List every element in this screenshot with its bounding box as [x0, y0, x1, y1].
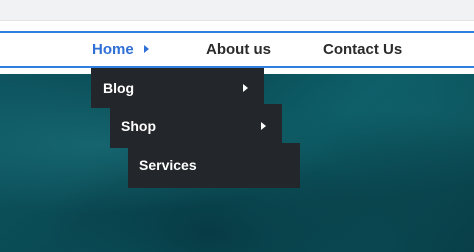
nav-item-label: Contact Us: [323, 41, 403, 58]
dropdown-item-services[interactable]: Services: [128, 143, 300, 188]
nav-item-contact-us[interactable]: Contact Us: [323, 33, 402, 66]
dropdown-item-label: Services: [139, 157, 197, 173]
main-navbar: Home About us Contact Us: [0, 31, 474, 68]
nav-item-home[interactable]: Home: [92, 33, 149, 66]
caret-right-icon: [143, 44, 149, 53]
caret-right-icon: [243, 84, 248, 92]
dropdown-item-label: Shop: [121, 118, 156, 134]
dropdown-item-blog[interactable]: Blog: [91, 68, 264, 108]
caret-right-icon: [261, 122, 266, 130]
nav-item-about-us[interactable]: About us: [206, 33, 271, 66]
nav-item-label: About us: [206, 41, 271, 58]
top-strip: [0, 0, 474, 21]
dropdown-item-label: Blog: [103, 80, 135, 96]
nav-item-label: Home: [92, 41, 134, 58]
dropdown-item-shop[interactable]: Shop: [110, 104, 282, 148]
